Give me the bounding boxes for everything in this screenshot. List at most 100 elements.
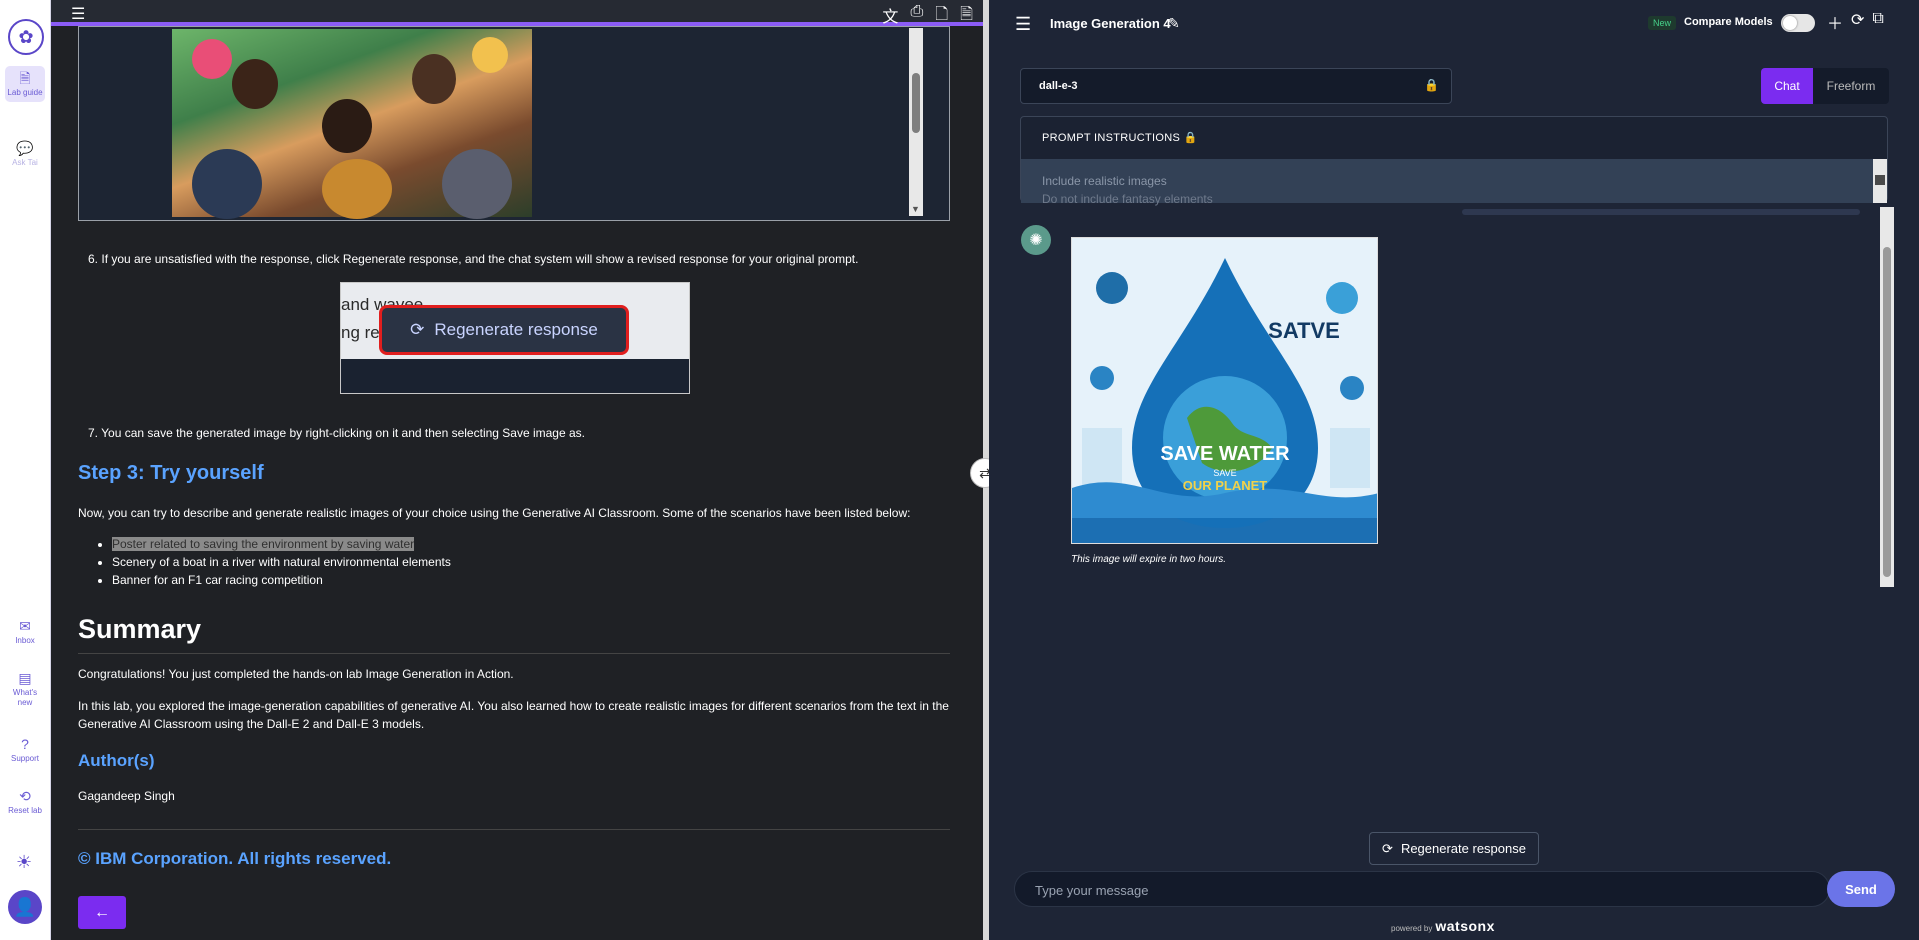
rail-item-ask-tai[interactable]: 💬 Ask Tai [5, 136, 45, 172]
send-button[interactable]: Send [1827, 871, 1895, 907]
summary-paragraph-2: In this lab, you explored the image-gene… [78, 699, 949, 731]
app-rail: ✿ 🗎 Lab guide 💬 Ask Tai ✉ Inbox ▤ What's… [0, 0, 51, 940]
mode-switch: Chat Freeform [1761, 68, 1889, 104]
prompt-instructions-box[interactable]: Include realistic images Do not include … [1021, 159, 1873, 206]
message-input-wrapper [1014, 871, 1830, 907]
model-select[interactable]: dall-e-3 🔒 [1020, 68, 1452, 104]
back-button[interactable]: ← [78, 896, 126, 929]
poster-title: SAVE WATER [1160, 443, 1290, 465]
poster-sub: OUR PLANET [1183, 478, 1268, 493]
chat-pane: ☰ Image Generation 4 ✎ New Compare Model… [989, 0, 1919, 940]
list-item: Banner for an F1 car racing competition [112, 571, 451, 589]
step-3-text: Now, you can try to describe and generat… [78, 506, 911, 520]
app-logo-icon[interactable]: ✿ [8, 19, 44, 55]
plus-icon[interactable]: ＋ [1827, 10, 1843, 34]
help-icon: ? [21, 736, 29, 752]
scroll-down-icon[interactable]: ▼ [911, 204, 920, 214]
inbox-icon: ✉ [19, 618, 31, 634]
new-badge: New [1648, 16, 1677, 30]
step-7-body: You can save the generated image by righ… [101, 426, 585, 440]
powered-by: powered by watsonx [1391, 918, 1495, 934]
poster-sub: SAVE [1213, 468, 1236, 478]
prompt-scrollbar[interactable] [1873, 159, 1887, 203]
lab-toolbar: ☰ 文 ⎙ 🗋 🗎 [51, 0, 983, 26]
rail-label: Inbox [15, 636, 35, 645]
powered-prefix: powered by [1391, 924, 1433, 933]
reset-icon: ⟲ [19, 788, 31, 804]
copy-icon[interactable]: ⧉ [1872, 10, 1883, 34]
assistant-avatar-icon: ✺ [1021, 225, 1051, 255]
rail-label: Support [10, 754, 40, 763]
tab-freeform[interactable]: Freeform [1813, 68, 1889, 104]
screenshot-regenerate-button: ⟳ Regenerate response [379, 305, 629, 355]
rail-label: Ask Tai [12, 158, 38, 167]
tab-chat[interactable]: Chat [1761, 68, 1813, 104]
edit-pencil-icon[interactable]: ✎ [1168, 15, 1180, 32]
image-expiry-caption: This image will expire in two hours. [1071, 554, 1227, 565]
rail-label: Lab guide [7, 88, 43, 97]
prompt-instructions-label: PROMPT INSTRUCTIONS 🔒 [1042, 132, 1198, 144]
chat-scrollbar[interactable] [1880, 207, 1894, 587]
step-number: 6. [88, 252, 99, 266]
copyright: © IBM Corporation. All rights reserved. [78, 849, 392, 868]
lock-icon: 🔒 [1424, 78, 1439, 92]
lock-icon: 🔒 [1183, 132, 1198, 144]
prompt-line: Do not include fantasy elements [1042, 192, 1213, 206]
scenario-list: Poster related to saving the environment… [100, 535, 451, 589]
regenerate-button[interactable]: ⟳ Regenerate response [1369, 832, 1539, 865]
file-icon[interactable]: 🗎 [960, 3, 973, 30]
rail-item-reset-lab[interactable]: ⟲ Reset lab [5, 784, 45, 820]
menu-icon[interactable]: ☰ [71, 4, 85, 24]
message-separator [1462, 209, 1860, 215]
rail-item-support[interactable]: ? Support [5, 732, 45, 768]
prompt-line: Include realistic images [1042, 174, 1167, 188]
menu-icon[interactable]: ☰ [1015, 14, 1031, 35]
lab-guide-pane: ☰ 文 ⎙ 🗋 🗎 ▼ 6. If you are unsatisfied wi… [51, 0, 983, 940]
rail-item-inbox[interactable]: ✉ Inbox [5, 614, 45, 650]
user-avatar-icon[interactable]: 👤 [8, 890, 42, 924]
arrow-left-icon: ← [94, 903, 110, 921]
chat-icon: 💬 [16, 140, 34, 156]
model-name: dall-e-3 [1039, 80, 1078, 92]
step-number: 7. [88, 426, 99, 440]
screenshot-button-label: Regenerate response [434, 320, 598, 339]
highlighted-text: Poster related to saving the environment… [112, 537, 415, 551]
save-water-poster: SAVE WATER SAVE OUR PLANET SATVE [1072, 238, 1377, 543]
step-6-body: If you are unsatisfied with the response… [101, 252, 859, 266]
regenerate-label: Regenerate response [1400, 841, 1526, 856]
example-image-frame: ▼ [78, 26, 950, 221]
document-icon: 🗎 [19, 70, 31, 86]
watsonx-logo: watsonx [1435, 918, 1495, 934]
rail-item-whats-new[interactable]: ▤ What's new [5, 666, 45, 712]
step-3-heading: Step 3: Try yourself [78, 462, 264, 484]
compare-models-label: Compare Models [1684, 16, 1773, 28]
chat-title: Image Generation 4 [1050, 16, 1171, 31]
step-6-text: 6. If you are unsatisfied with the respo… [88, 252, 960, 266]
divider [78, 653, 950, 654]
refresh-icon: ⟳ [1382, 840, 1393, 856]
message-input[interactable] [1035, 881, 1795, 899]
regenerate-screenshot: and wavee ng re ⟳ Regenerate response [340, 282, 690, 394]
news-icon: ▤ [18, 670, 32, 686]
rail-label: Reset lab [8, 806, 42, 815]
step-7-text: 7. You can save the generated image by r… [88, 426, 960, 440]
summary-heading: Summary [78, 614, 202, 644]
author-name: Gagandeep Singh [78, 789, 175, 803]
rail-label: What's new [12, 688, 38, 707]
refresh-icon[interactable]: ⟳ [1851, 10, 1864, 34]
friends-party-image [172, 29, 532, 219]
poster-corner-text: SATVE [1268, 318, 1340, 343]
prompt-instructions: PROMPT INSTRUCTIONS 🔒 Include realistic … [1020, 116, 1888, 206]
refresh-icon: ⟳ [410, 320, 425, 339]
list-item: Poster related to saving the environment… [112, 535, 451, 553]
screenshot-text: ng re [341, 323, 380, 342]
summary-paragraph-1: Congratulations! You just completed the … [78, 667, 514, 681]
divider [78, 829, 950, 830]
theme-toggle-icon[interactable]: ☀ [16, 852, 32, 873]
authors-heading: Author(s) [78, 751, 155, 770]
generated-image[interactable]: SAVE WATER SAVE OUR PLANET SATVE [1071, 237, 1378, 544]
compare-models-toggle[interactable] [1781, 14, 1815, 32]
list-item: Scenery of a boat in a river with natura… [112, 553, 451, 571]
image-frame-scrollbar[interactable]: ▼ [909, 28, 923, 216]
rail-item-lab-guide[interactable]: 🗎 Lab guide [5, 66, 45, 102]
